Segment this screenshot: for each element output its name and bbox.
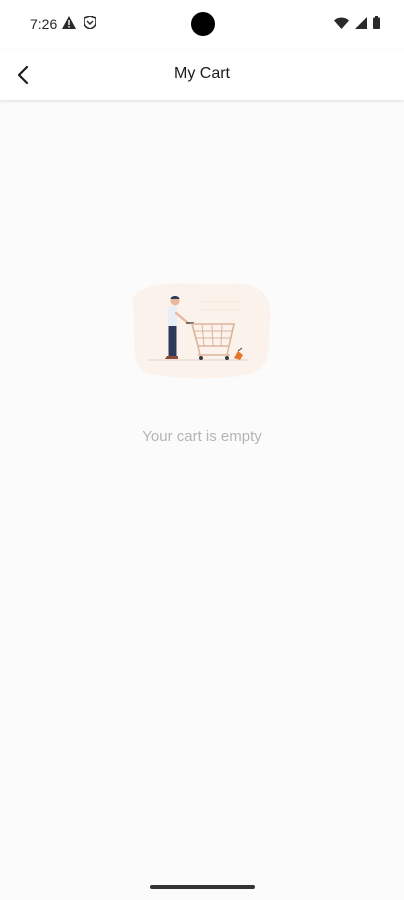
cart-content: Your cart is empty <box>0 100 404 880</box>
status-time: 7:26 <box>30 16 58 32</box>
app-bar: My Cart <box>0 50 404 100</box>
status-right-icons <box>334 16 380 34</box>
wifi-icon <box>334 16 349 34</box>
empty-cart-message: Your cart is empty <box>142 428 262 445</box>
home-indicator[interactable] <box>150 885 255 889</box>
page-title: My Cart <box>174 65 230 82</box>
battery-icon <box>373 16 380 34</box>
status-left-icons <box>62 15 97 34</box>
empty-cart-illustration <box>130 280 274 380</box>
camera-cutout <box>191 12 215 36</box>
status-bar: 7:26 <box>0 0 404 50</box>
cellular-signal-icon <box>355 16 367 34</box>
warning-icon <box>62 16 76 34</box>
shield-icon <box>83 15 97 34</box>
